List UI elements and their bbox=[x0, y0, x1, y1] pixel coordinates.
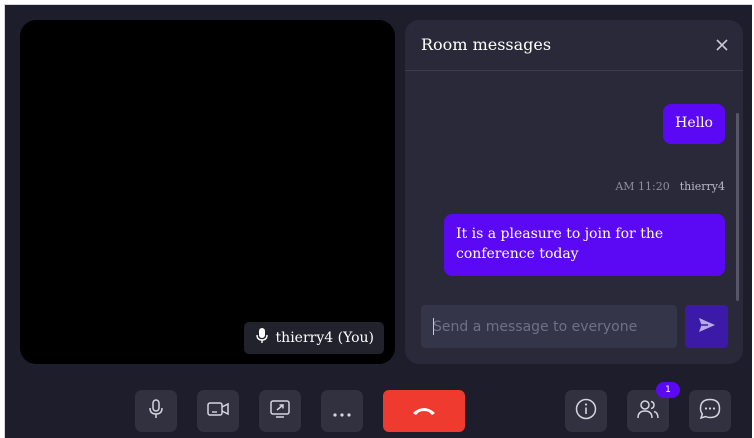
chat-scrollbar[interactable] bbox=[736, 113, 739, 301]
participant-name: thierry4 (You) bbox=[275, 330, 374, 346]
participant-name-pill: thierry4 (You) bbox=[243, 322, 384, 354]
info-icon bbox=[575, 398, 597, 424]
message-meta: AM 11:20 thierry4 bbox=[615, 180, 725, 193]
microphone-icon bbox=[255, 328, 268, 348]
message-bubble: Hello bbox=[663, 104, 725, 144]
chat-button[interactable] bbox=[689, 390, 731, 432]
video-tile[interactable]: thierry4 (You) bbox=[20, 20, 395, 364]
message-input[interactable] bbox=[421, 305, 677, 348]
screen-share-button[interactable] bbox=[259, 390, 301, 432]
send-button[interactable] bbox=[685, 305, 728, 348]
microphone-button[interactable] bbox=[135, 390, 177, 432]
message-sender: thierry4 bbox=[679, 180, 725, 193]
chat-header: Room messages bbox=[405, 20, 743, 71]
meeting-app: thierry4 (You) Room messages Hello AM 11… bbox=[4, 4, 752, 438]
chat-panel: Room messages Hello AM 11:20 thierry4 It… bbox=[405, 20, 743, 364]
close-icon[interactable] bbox=[715, 37, 729, 51]
screen-share-icon bbox=[270, 399, 290, 423]
people-icon bbox=[637, 399, 659, 423]
camera-icon bbox=[207, 401, 229, 421]
camera-button[interactable] bbox=[197, 390, 239, 432]
info-button[interactable] bbox=[565, 390, 607, 432]
chat-title: Room messages bbox=[421, 35, 552, 54]
chat-icon bbox=[699, 398, 721, 424]
message-bubble: It is a pleasure to join for the confere… bbox=[444, 214, 725, 276]
microphone-icon bbox=[148, 399, 164, 423]
more-icon bbox=[333, 402, 351, 421]
more-options-button[interactable] bbox=[321, 390, 363, 432]
send-icon bbox=[698, 317, 716, 337]
phone-hangup-icon bbox=[411, 402, 437, 421]
message-time: AM 11:20 bbox=[615, 180, 670, 193]
participants-count-badge: 1 bbox=[656, 382, 680, 398]
window-frame: thierry4 (You) Room messages Hello AM 11… bbox=[0, 0, 754, 438]
end-call-button[interactable] bbox=[383, 390, 465, 432]
message-input-wrapper bbox=[421, 305, 677, 348]
text-caret bbox=[433, 318, 434, 335]
